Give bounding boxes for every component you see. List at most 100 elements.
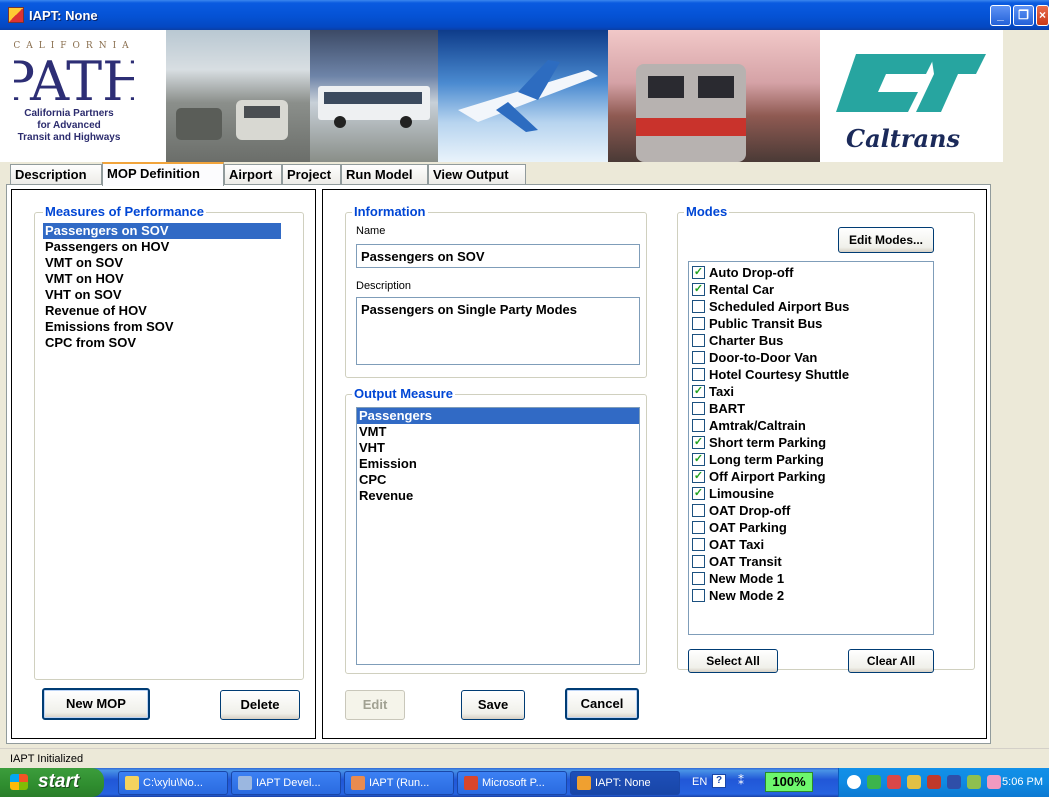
mode-item[interactable]: ✓ Rental Car [689, 281, 933, 298]
mode-item[interactable]: ✓ Short term Parking [689, 434, 933, 451]
output-measure-item[interactable]: Passengers [357, 408, 639, 424]
checkbox-unchecked[interactable] [692, 572, 705, 585]
tray-app-icon[interactable] [867, 775, 881, 789]
name-label: Name [356, 225, 386, 237]
mode-item[interactable]: New Mode 2 [689, 587, 933, 604]
output-measure-list[interactable]: Passengers VMT VHT Emission CPC Revenue [356, 407, 640, 665]
task-button[interactable]: C:\xylu\No... [118, 771, 228, 795]
mop-list-item[interactable]: VMT on HOV [43, 271, 281, 287]
checkbox-unchecked[interactable] [692, 351, 705, 364]
mode-item[interactable]: OAT Taxi [689, 536, 933, 553]
zoom-indicator[interactable]: 100% [765, 772, 813, 792]
cancel-button[interactable]: Cancel [565, 688, 639, 720]
mop-list-item[interactable]: Passengers on HOV [43, 239, 281, 255]
mode-item[interactable]: OAT Transit [689, 553, 933, 570]
tab-mop-definition[interactable]: MOP Definition [102, 162, 224, 186]
help-icon[interactable]: ? [712, 774, 726, 788]
checkbox-unchecked[interactable] [692, 419, 705, 432]
mode-item[interactable]: ✓ Off Airport Parking [689, 468, 933, 485]
checkbox-checked[interactable]: ✓ [692, 436, 705, 449]
mode-item[interactable]: ✓ Limousine [689, 485, 933, 502]
back-icon[interactable] [847, 775, 861, 789]
tab-run-model[interactable]: Run Model [341, 164, 428, 185]
mop-list-item[interactable]: Emissions from SOV [43, 319, 281, 335]
new-mop-button[interactable]: New MOP [42, 688, 150, 720]
checkbox-unchecked[interactable] [692, 300, 705, 313]
checkbox-unchecked[interactable] [692, 589, 705, 602]
checkbox-checked[interactable]: ✓ [692, 385, 705, 398]
tray-volume-icon[interactable] [947, 775, 961, 789]
mop-list-item[interactable]: Passengers on SOV [43, 223, 281, 239]
tray-alert-icon[interactable] [927, 775, 941, 789]
checkbox-unchecked[interactable] [692, 402, 705, 415]
mode-item[interactable]: OAT Parking [689, 519, 933, 536]
mode-item[interactable]: ✓ Auto Drop-off [689, 264, 933, 281]
output-measure-item[interactable]: VMT [357, 424, 639, 440]
tab-airport[interactable]: Airport [224, 164, 282, 185]
checkbox-checked[interactable]: ✓ [692, 470, 705, 483]
select-all-button[interactable]: Select All [688, 649, 778, 673]
checkbox-unchecked[interactable] [692, 334, 705, 347]
mop-list-item[interactable]: Revenue of HOV [43, 303, 281, 319]
task-button[interactable]: IAPT (Run... [344, 771, 454, 795]
checkbox-checked[interactable]: ✓ [692, 487, 705, 500]
caltrans-logo: Caltrans [826, 44, 996, 154]
close-button[interactable]: × [1036, 5, 1049, 26]
tray-network-icon[interactable] [907, 775, 921, 789]
mode-label: OAT Parking [709, 520, 787, 535]
save-button[interactable]: Save [461, 690, 525, 720]
language-options-icon[interactable]: ⁑ [738, 774, 744, 788]
description-field[interactable]: Passengers on Single Party Modes [356, 297, 640, 365]
mode-item[interactable]: Scheduled Airport Bus [689, 298, 933, 315]
checkbox-unchecked[interactable] [692, 538, 705, 551]
mode-item[interactable]: OAT Drop-off [689, 502, 933, 519]
tab-description[interactable]: Description [10, 164, 102, 185]
mode-item[interactable]: ✓ Taxi [689, 383, 933, 400]
output-measure-item[interactable]: VHT [357, 440, 639, 456]
edit-button[interactable]: Edit [345, 690, 405, 720]
task-button[interactable]: Microsoft P... [457, 771, 567, 795]
mop-list-item[interactable]: CPC from SOV [43, 335, 281, 351]
tray-misc-icon[interactable] [987, 775, 1001, 789]
language-indicator[interactable]: EN [692, 776, 707, 788]
checkbox-unchecked[interactable] [692, 504, 705, 517]
mode-item[interactable]: Amtrak/Caltrain [689, 417, 933, 434]
output-measure-item[interactable]: CPC [357, 472, 639, 488]
checkbox-unchecked[interactable] [692, 521, 705, 534]
tray-security-icon[interactable] [887, 775, 901, 789]
checkbox-checked[interactable]: ✓ [692, 453, 705, 466]
airplane-icon [458, 60, 598, 132]
modes-list[interactable]: ✓ Auto Drop-off ✓ Rental Car Scheduled Airpo… [688, 261, 934, 635]
mode-item[interactable]: Public Transit Bus [689, 315, 933, 332]
output-measure-item[interactable]: Emission [357, 456, 639, 472]
task-button-active[interactable]: IAPT: None [570, 771, 680, 795]
mode-item[interactable]: BART [689, 400, 933, 417]
mode-item[interactable]: Charter Bus [689, 332, 933, 349]
checkbox-unchecked[interactable] [692, 317, 705, 330]
checkbox-unchecked[interactable] [692, 555, 705, 568]
mop-list-item[interactable]: VMT on SOV [43, 255, 281, 271]
start-button[interactable]: start [0, 768, 104, 797]
clear-all-button[interactable]: Clear All [848, 649, 934, 673]
title-bar[interactable]: IAPT: None _ ❐ × [0, 0, 1049, 30]
tray-monitor-icon[interactable] [967, 775, 981, 789]
task-button[interactable]: IAPT Devel... [231, 771, 341, 795]
minimize-button[interactable]: _ [990, 5, 1011, 26]
tab-view-output[interactable]: View Output [428, 164, 526, 185]
delete-mop-button[interactable]: Delete [220, 690, 300, 720]
mode-item[interactable]: New Mode 1 [689, 570, 933, 587]
edit-modes-button[interactable]: Edit Modes... [838, 227, 934, 253]
tab-project[interactable]: Project [282, 164, 341, 185]
maximize-button[interactable]: ❐ [1013, 5, 1034, 26]
name-field[interactable]: Passengers on SOV [356, 244, 640, 268]
mode-item[interactable]: Door-to-Door Van [689, 349, 933, 366]
output-measure-item[interactable]: Revenue [357, 488, 639, 504]
mop-list-item[interactable]: VHT on SOV [43, 287, 281, 303]
checkbox-unchecked[interactable] [692, 368, 705, 381]
mode-item[interactable]: ✓ Long term Parking [689, 451, 933, 468]
checkbox-checked[interactable]: ✓ [692, 266, 705, 279]
status-text: IAPT Initialized [10, 753, 84, 765]
checkbox-checked[interactable]: ✓ [692, 283, 705, 296]
mode-item[interactable]: Hotel Courtesy Shuttle [689, 366, 933, 383]
mop-list[interactable]: Passengers on SOV Passengers on HOV VMT … [43, 223, 281, 671]
